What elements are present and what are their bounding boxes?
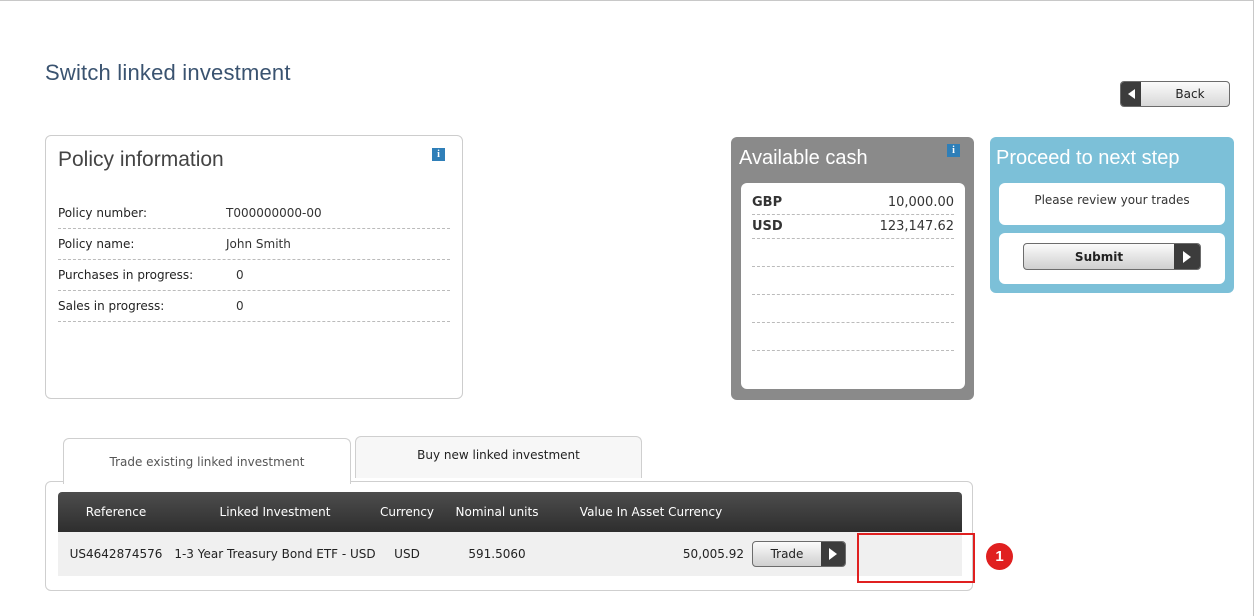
policy-name-label: Policy name: xyxy=(58,237,135,251)
sales-in-progress-value: 0 xyxy=(236,299,244,313)
table-row: US4642874576 1-3 Year Treasury Bond ETF … xyxy=(58,532,962,576)
cash-row-usd: USD 123,147.62 xyxy=(752,215,954,239)
cash-row-empty xyxy=(752,295,954,323)
review-message: Please review your trades xyxy=(999,183,1225,225)
cash-row-empty xyxy=(752,323,954,351)
back-button[interactable]: Back xyxy=(1120,81,1230,107)
cash-amount: 123,147.62 xyxy=(879,219,954,234)
policy-row-name: Policy name: John Smith xyxy=(58,229,450,260)
policy-information-panel: Policy information i Policy number: T000… xyxy=(45,135,463,399)
cell-linked-investment: 1-3 Year Treasury Bond ETF - USD xyxy=(174,547,376,561)
submit-button[interactable]: Submit xyxy=(1023,243,1201,270)
policy-row-number: Policy number: T000000000-00 xyxy=(58,198,450,229)
available-cash-panel: Available cash i GBP 10,000.00 USD 123,1… xyxy=(731,137,974,400)
proceed-panel: Proceed to next step Please review your … xyxy=(990,137,1234,293)
tab-trade-existing[interactable]: Trade existing linked investment xyxy=(63,438,351,484)
column-header-linked-investment: Linked Investment xyxy=(219,505,331,519)
cash-row-empty xyxy=(752,239,954,267)
arrow-right-icon xyxy=(821,542,845,566)
callout-badge: 1 xyxy=(986,543,1013,570)
table-header: Reference Linked Investment Currency Nom… xyxy=(58,492,962,532)
policy-number-value: T000000000-00 xyxy=(226,206,322,220)
policy-panel-title: Policy information xyxy=(58,148,224,171)
cell-currency: USD xyxy=(394,547,420,561)
cash-row-empty xyxy=(752,267,954,295)
linked-investments-table: Reference Linked Investment Currency Nom… xyxy=(45,481,973,591)
policy-name-value: John Smith xyxy=(226,237,291,251)
arrow-right-icon xyxy=(1174,244,1200,269)
column-header-nominal-units: Nominal units xyxy=(455,505,539,519)
sales-in-progress-label: Sales in progress: xyxy=(58,299,165,313)
policy-row-sales: Sales in progress: 0 xyxy=(58,291,450,322)
cash-currency: GBP xyxy=(752,195,783,210)
cell-value: 50,005.92 xyxy=(682,547,744,561)
back-button-label: Back xyxy=(1175,87,1205,101)
submit-button-label: Submit xyxy=(1074,249,1124,264)
purchases-in-progress-label: Purchases in progress: xyxy=(58,268,194,282)
policy-number-label: Policy number: xyxy=(58,206,147,220)
cash-panel-title: Available cash xyxy=(739,147,868,169)
cash-list: GBP 10,000.00 USD 123,147.62 xyxy=(741,183,965,389)
info-icon[interactable]: i xyxy=(947,144,960,157)
arrow-left-icon xyxy=(1121,82,1141,106)
cash-row-gbp: GBP 10,000.00 xyxy=(752,191,954,215)
column-header-reference: Reference xyxy=(85,505,147,519)
cell-nominal-units: 591.5060 xyxy=(468,547,526,561)
cash-amount: 10,000.00 xyxy=(887,195,954,210)
policy-details-list: Policy number: T000000000-00 Policy name… xyxy=(58,198,450,322)
purchases-in-progress-value: 0 xyxy=(236,268,244,282)
info-icon[interactable]: i xyxy=(432,148,445,161)
page-title: Switch linked investment xyxy=(45,60,291,85)
cell-reference: US4642874576 xyxy=(69,547,163,561)
policy-row-purchases: Purchases in progress: 0 xyxy=(58,260,450,291)
cash-currency: USD xyxy=(752,219,783,234)
column-header-value: Value In Asset Currency xyxy=(579,505,723,519)
column-header-currency: Currency xyxy=(379,505,435,519)
submit-container: Submit xyxy=(999,233,1225,284)
tab-buy-new[interactable]: Buy new linked investment xyxy=(355,436,642,478)
trade-button[interactable]: Trade xyxy=(752,541,846,567)
proceed-panel-title: Proceed to next step xyxy=(996,147,1180,169)
trade-button-label: Trade xyxy=(770,547,804,561)
cell-action: Trade xyxy=(746,541,862,567)
